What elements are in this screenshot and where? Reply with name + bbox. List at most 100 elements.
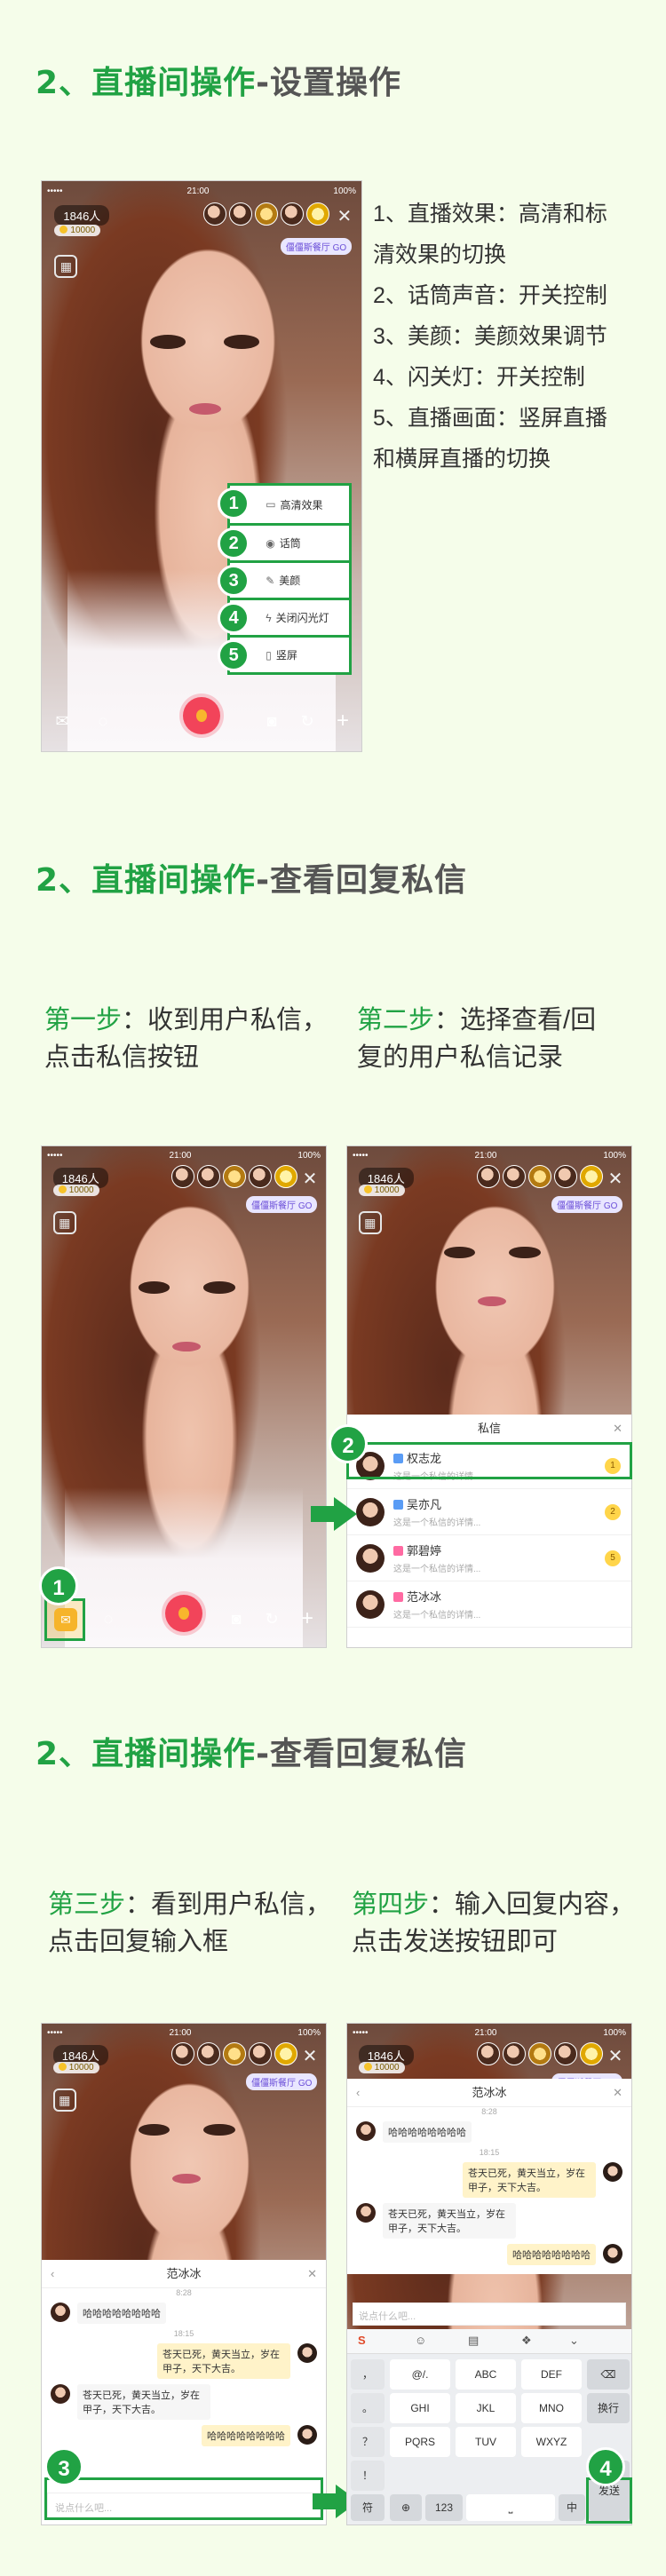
chat-message: 苍天已死，黄天当立，岁在甲子，天下大吉。 (356, 2203, 622, 2239)
highlight-reply-input (44, 2477, 323, 2520)
settings-icon[interactable]: ❖ (521, 2334, 532, 2348)
key-symbol[interactable]: 符 (351, 2494, 385, 2521)
phone-step4-screen: •••••21:00100% 1846人 10000 ✕ 僵僵斯餐厅 GO ‹ … (346, 2023, 632, 2525)
key-space[interactable]: ⎵ (466, 2494, 555, 2521)
section-title-reply-messages: 2、直播间操作-查看回复私信 (36, 1736, 468, 1772)
menu-item-flash[interactable]: 4 ϟ 关闭闪光灯 (218, 598, 350, 635)
close-icon[interactable]: ✕ (303, 2045, 318, 2067)
back-icon[interactable]: ‹ (51, 2260, 54, 2288)
hall-link[interactable]: 僵僵斯餐厅 GO (246, 1196, 318, 1214)
close-icon[interactable]: ✕ (608, 2045, 623, 2067)
chat-icon[interactable]: ◌ (95, 1605, 122, 1632)
section-title-view-messages: 2、直播间操作-查看回复私信 (36, 862, 468, 899)
close-icon[interactable]: ✕ (608, 1168, 623, 1190)
badge-step-3: 3 (44, 2447, 83, 2486)
chat-message: 哈哈哈哈哈哈哈哈 (51, 2425, 317, 2446)
key-t9[interactable]: @/. (390, 2359, 450, 2390)
key-t9[interactable]: ABC (456, 2359, 516, 2390)
key-t9[interactable]: GHI (390, 2393, 450, 2423)
beauty-icon: ✎ (266, 574, 275, 587)
share-icon[interactable]: ↻ (294, 708, 321, 734)
close-icon[interactable]: ✕ (613, 1415, 622, 1443)
keyboard-toolbar: S ☺ ▤ ❖ ⌄ (347, 2329, 631, 2354)
keyboard-icon[interactable]: ▤ (468, 2334, 479, 2348)
key-newline[interactable]: 换行 (587, 2393, 630, 2423)
chat-message: 哈哈哈哈哈哈哈哈 (356, 2244, 622, 2265)
grid-icon[interactable]: ▦ (52, 1211, 76, 1235)
audience-avatars[interactable] (203, 202, 329, 226)
close-icon[interactable]: ✕ (613, 2079, 622, 2107)
pm-item[interactable]: 郭碧婷 这是一个私信的详情... 5 (347, 1535, 631, 1581)
audience-avatars[interactable] (171, 2042, 297, 2066)
key-number[interactable]: 123 (425, 2494, 463, 2521)
audience-avatars[interactable] (477, 1165, 603, 1189)
gift-button[interactable] (165, 1595, 202, 1633)
more-icon[interactable]: + (294, 1605, 321, 1632)
key-side[interactable]: ， (351, 2359, 385, 2390)
pm-item[interactable]: 吴亦凡 这是一个私信的详情... 2 (347, 1489, 631, 1535)
key-side[interactable]: ？ (351, 2427, 385, 2457)
chat-message: 苍天已死，黄天当立，岁在甲子，天下大吉。 (356, 2162, 622, 2198)
globe-icon[interactable]: ⊕ (390, 2494, 422, 2521)
key-side[interactable]: ！ (351, 2461, 385, 2491)
camera-icon[interactable]: ◙ (223, 1605, 250, 1632)
hall-link[interactable]: 僵僵斯餐厅 GO (246, 2073, 318, 2091)
coin-icon (58, 2062, 67, 2071)
hd-icon: ▭ (266, 498, 276, 511)
phone-step1-screen: ••••• 21:00 100% 1846人 10000 ✕ 僵僵斯餐厅 GO ▦ … (41, 1145, 327, 1648)
chat-panel: ‹ 范冰冰 ✕ 8:28 哈哈哈哈哈哈哈哈 18:15 苍天已死，黄天当立，岁在… (347, 2079, 631, 2274)
chat-message: 哈哈哈哈哈哈哈哈 (356, 2121, 622, 2143)
audience-avatars[interactable] (171, 1165, 297, 1189)
key-delete[interactable]: ⌫ (587, 2359, 630, 2390)
avatar (356, 1497, 385, 1526)
grid-icon[interactable]: ▦ (54, 255, 78, 279)
phone-settings-screen: ••••• 21:00 100% 1846人 10000 ✕ 僵僵斯餐厅 GO ▦ … (41, 180, 362, 752)
key-t9[interactable]: TUV (456, 2427, 516, 2457)
coin-balance: 10000 (52, 1184, 99, 1196)
menu-item-portrait[interactable]: 5 ▯ 竖屏 (218, 635, 350, 672)
sogou-icon[interactable]: S (358, 2334, 366, 2347)
grid-icon[interactable]: ▦ (358, 1211, 382, 1235)
section-title-settings: 2、直播间操作-设置操作 (36, 65, 402, 101)
pm-item[interactable]: 范冰冰 这是一个私信的详情... (347, 1581, 631, 1628)
menu-item-hd[interactable]: 1 ▭ 高清效果 (218, 486, 349, 523)
coin-icon (58, 1185, 67, 1193)
menu-item-beauty[interactable]: 3 ✎ 美颜 (218, 560, 350, 598)
close-icon[interactable]: ✕ (337, 205, 352, 227)
hall-link[interactable]: 僵僵斯餐厅 GO (280, 238, 353, 256)
back-icon[interactable]: ‹ (356, 2079, 360, 2107)
gift-button[interactable] (183, 696, 220, 734)
menu-item-mic[interactable]: 2 ◉ 话筒 (218, 523, 350, 560)
chat-message: 哈哈哈哈哈哈哈哈 (51, 2303, 317, 2324)
badge-step-4: 4 (586, 2447, 625, 2486)
close-icon[interactable]: ✕ (307, 2260, 317, 2288)
emoji-icon[interactable]: ☺ (415, 2334, 426, 2347)
chat-icon[interactable]: ◌ (90, 708, 116, 734)
coin-balance: 10000 (52, 2061, 99, 2073)
key-lang[interactable]: 中 (559, 2494, 585, 2521)
sheet-header: 私信 ✕ (347, 1415, 631, 1443)
key-t9[interactable]: WXYZ (521, 2427, 582, 2457)
status-bar: ••••• 21:00 100% (47, 186, 356, 197)
key-side[interactable]: 。 (351, 2393, 385, 2423)
mail-icon[interactable]: ✉ (49, 708, 75, 734)
step-1-text: 第一步：收到用户私信， 点击私信按钮 (44, 1006, 329, 1072)
camera-icon[interactable]: ◙ (258, 708, 285, 734)
arrow-right-icon (311, 1506, 334, 1522)
share-icon[interactable]: ↻ (258, 1605, 285, 1632)
highlight-message-button[interactable]: ✉ (44, 1598, 85, 1641)
reply-input[interactable]: 说点什么吧... (353, 2303, 626, 2326)
grid-icon[interactable]: ▦ (52, 2089, 76, 2112)
close-icon[interactable]: ✕ (303, 1168, 318, 1190)
coin-balance: 10000 (358, 1184, 405, 1196)
key-t9[interactable]: JKL (456, 2393, 516, 2423)
collapse-icon[interactable]: ⌄ (569, 2334, 579, 2348)
key-t9[interactable]: MNO (521, 2393, 582, 2423)
key-t9[interactable]: DEF (521, 2359, 582, 2390)
audience-avatars[interactable] (477, 2042, 603, 2066)
key-t9[interactable]: PQRS (390, 2427, 450, 2457)
message-icon: ✉ (54, 1608, 77, 1631)
coin-icon (59, 225, 68, 234)
hall-link[interactable]: 僵僵斯餐厅 GO (551, 1196, 623, 1214)
more-icon[interactable]: + (329, 708, 356, 734)
